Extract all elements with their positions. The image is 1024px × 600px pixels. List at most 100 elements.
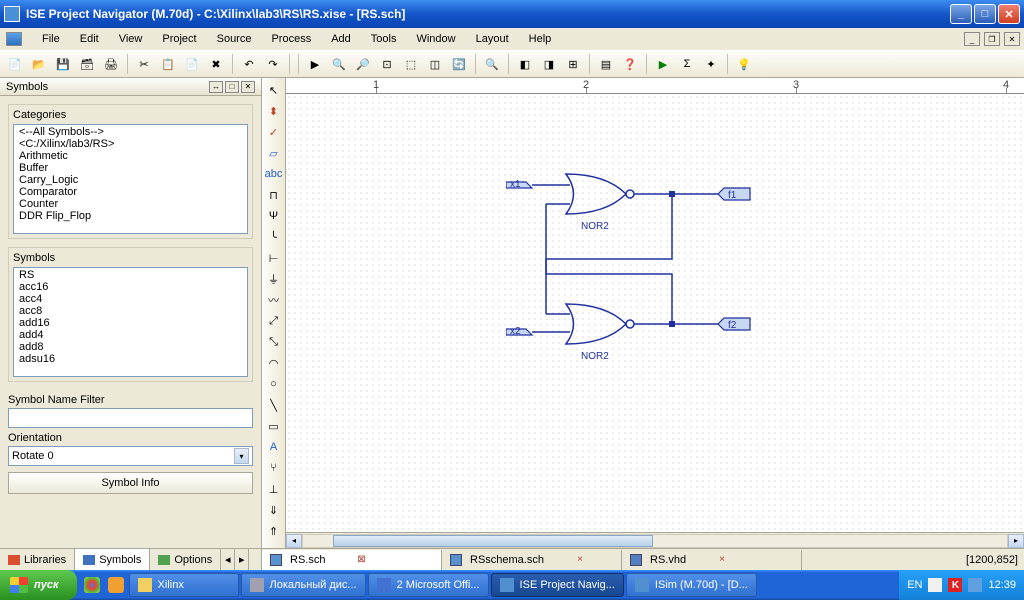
bus-tool-icon[interactable]: ⊓ [264, 185, 284, 205]
tab-libraries[interactable]: Libraries [0, 549, 75, 570]
doc-tab-rs-sch[interactable]: RS.sch ⊠ [262, 550, 442, 570]
doc-tab-rschema-sch[interactable]: RSschema.sch × [442, 550, 622, 570]
sidebar-pin-icon[interactable]: □ [225, 81, 239, 93]
list-item[interactable]: add4 [15, 329, 246, 341]
tray-av-icon[interactable]: K [948, 578, 962, 592]
zoom-out-icon[interactable]: 🔎 [352, 53, 374, 75]
tab-right-icon[interactable]: ▸ [235, 549, 249, 570]
minimize-button[interactable]: _ [950, 4, 972, 24]
menu-view[interactable]: View [111, 31, 151, 47]
list-item[interactable]: Carry_Logic [15, 174, 246, 186]
list-item[interactable]: acc16 [15, 281, 246, 293]
sidebar-close-icon[interactable]: ✕ [241, 81, 255, 93]
list-item[interactable]: add16 [15, 317, 246, 329]
menu-process[interactable]: Process [263, 31, 319, 47]
close-button[interactable]: ✕ [998, 4, 1020, 24]
menu-add[interactable]: Add [323, 31, 359, 47]
tab-options[interactable]: Options [150, 549, 221, 570]
start-button[interactable]: пуск [0, 570, 77, 600]
zoom-fit-icon[interactable]: ⊡ [376, 53, 398, 75]
print-icon[interactable]: 🖨 [100, 53, 122, 75]
run-icon[interactable]: ▶ [304, 53, 326, 75]
doc-tab-rs-vhd[interactable]: RS.vhd × [622, 550, 802, 570]
check-tool-icon[interactable]: ✓ [264, 122, 284, 142]
list-item[interactable]: Comparator [15, 186, 246, 198]
tray-lang[interactable]: EN [907, 579, 922, 591]
net-tool-icon[interactable]: Ψ [264, 206, 284, 226]
push-tool-icon[interactable]: ⇓ [264, 500, 284, 520]
menu-help[interactable]: Help [521, 31, 560, 47]
mdi-restore[interactable]: ❐ [984, 32, 1000, 46]
power-tool-icon[interactable]: ⏚ [264, 269, 284, 289]
task-ise[interactable]: ISE Project Navig... [491, 573, 624, 597]
resistor-tool-icon[interactable]: 〰 [264, 290, 284, 310]
scroll-track[interactable] [302, 534, 1008, 548]
menu-layout[interactable]: Layout [468, 31, 517, 47]
maximize-button[interactable]: □ [974, 4, 996, 24]
expand-tool-icon[interactable]: ⤢ [264, 311, 284, 331]
redo-icon[interactable]: ↷ [262, 53, 284, 75]
delete-icon[interactable]: ✖ [205, 53, 227, 75]
categories-list[interactable]: <--All Symbols--> <C:/Xilinx/lab3/RS> Ar… [13, 124, 248, 234]
sigma-icon[interactable]: Σ [676, 53, 698, 75]
chevron-down-icon[interactable]: ▾ [234, 448, 249, 464]
list-item[interactable]: <--All Symbols--> [15, 126, 246, 138]
play-icon[interactable]: ▶ [652, 53, 674, 75]
list-item[interactable]: RS [15, 269, 246, 281]
menu-source[interactable]: Source [209, 31, 260, 47]
menu-project[interactable]: Project [154, 31, 204, 47]
level-tool-icon[interactable]: ⊥ [264, 479, 284, 499]
tray-volume-icon[interactable] [928, 578, 942, 592]
close-tab-icon[interactable]: × [574, 554, 586, 566]
help-icon[interactable]: ❓ [619, 53, 641, 75]
mdi-minimize[interactable]: _ [964, 32, 980, 46]
quicklaunch-chrome-icon[interactable] [81, 574, 103, 596]
circle-tool-icon[interactable]: ○ [264, 374, 284, 394]
select-tool-icon[interactable]: ↖ [264, 80, 284, 100]
list-item[interactable]: acc4 [15, 293, 246, 305]
copy-icon[interactable]: 📋 [157, 53, 179, 75]
menu-edit[interactable]: Edit [72, 31, 107, 47]
tools-icon[interactable]: ✦ [700, 53, 722, 75]
menu-tools[interactable]: Tools [363, 31, 405, 47]
label-tool-icon[interactable]: A [264, 437, 284, 457]
close-tab-icon[interactable]: ⊠ [355, 554, 367, 566]
task-office[interactable]: 2 Microsoft Offi... [368, 573, 489, 597]
branch-tool-icon[interactable]: ⊢ [264, 248, 284, 268]
horizontal-scrollbar[interactable]: ◂ ▸ [286, 532, 1024, 548]
symbol-info-button[interactable]: Symbol Info [8, 472, 253, 494]
search-icon[interactable]: 🔍 [481, 53, 503, 75]
zoom-full-icon[interactable]: ◫ [424, 53, 446, 75]
undo-icon[interactable]: ↶ [238, 53, 260, 75]
tray-clock[interactable]: 12:39 [988, 579, 1016, 591]
task-xilinx[interactable]: Xilinx [129, 573, 239, 597]
window1-icon[interactable]: ◧ [514, 53, 536, 75]
menu-file[interactable]: File [34, 31, 68, 47]
sidebar-float-icon[interactable]: ↔ [209, 81, 223, 93]
save-all-icon[interactable]: 🗃 [76, 53, 98, 75]
hierarchy-tool-icon[interactable]: ⬍ [264, 101, 284, 121]
close-tab-icon[interactable]: × [716, 554, 728, 566]
list-item[interactable]: Buffer [15, 162, 246, 174]
quicklaunch-mail-icon[interactable] [105, 574, 127, 596]
arc-tool-icon[interactable]: ◠ [264, 353, 284, 373]
cut-icon[interactable]: ✂ [133, 53, 155, 75]
fork-tool-icon[interactable]: ⑂ [264, 458, 284, 478]
zoom-area-icon[interactable]: ⬚ [400, 53, 422, 75]
list-item[interactable]: DDR Flip_Flop [15, 210, 246, 222]
new-icon[interactable]: 📄 [4, 53, 26, 75]
tab-symbols[interactable]: Symbols [75, 549, 150, 570]
wire-tool-icon[interactable]: ╰ [264, 227, 284, 247]
tray-network-icon[interactable] [968, 578, 982, 592]
list-item[interactable]: Arithmetic [15, 150, 246, 162]
mdi-close[interactable]: ✕ [1004, 32, 1020, 46]
scroll-left-icon[interactable]: ◂ [286, 534, 302, 548]
compress-tool-icon[interactable]: ⤡ [264, 332, 284, 352]
list-item[interactable]: adsu16 [15, 353, 246, 365]
task-disk[interactable]: Локальный дис... [241, 573, 366, 597]
schematic-canvas[interactable]: NOR2 x1 f1 NOR2 [286, 94, 1024, 532]
list-item[interactable]: Counter [15, 198, 246, 210]
gate-tool-icon[interactable]: ▱ [264, 143, 284, 163]
rect-tool-icon[interactable]: ▭ [264, 416, 284, 436]
paste-icon[interactable]: 📄 [181, 53, 203, 75]
